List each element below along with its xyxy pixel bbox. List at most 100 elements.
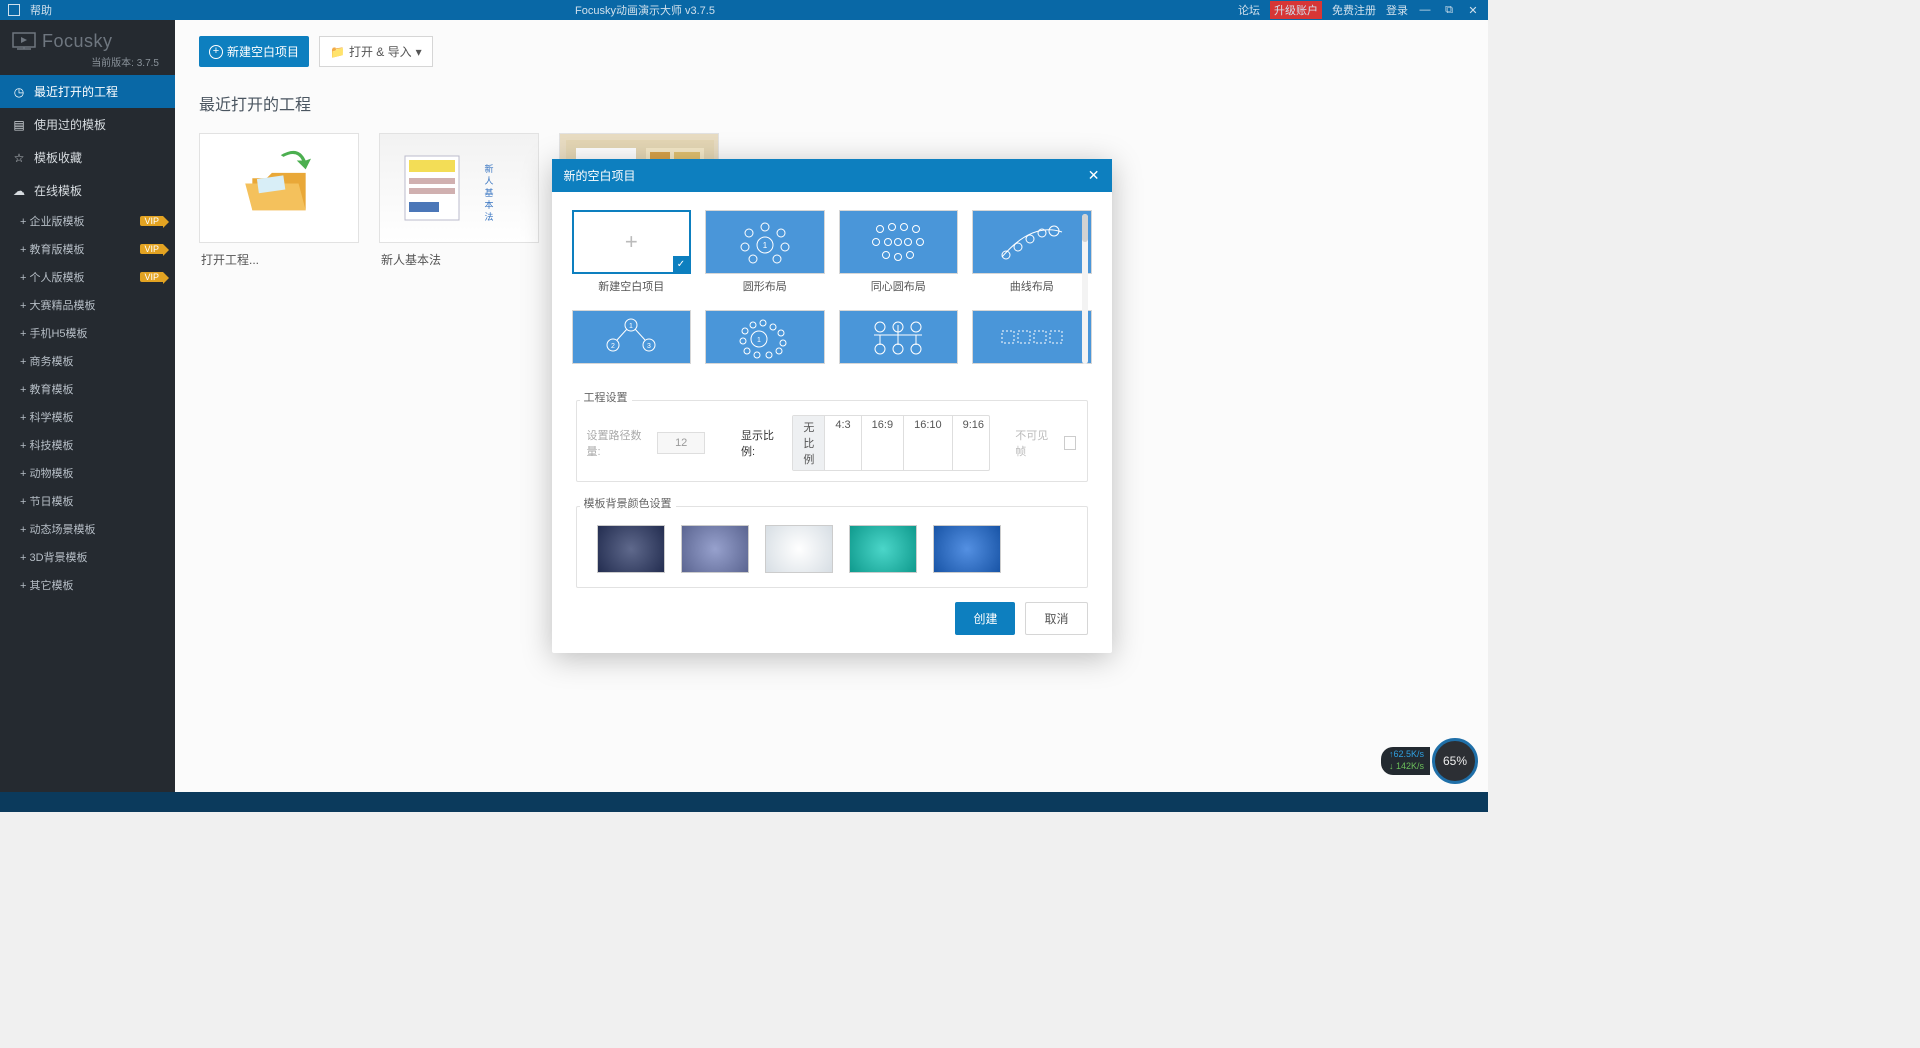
svg-text:1: 1 xyxy=(763,241,768,250)
sidebar-sub-item[interactable]: + 教育版模板VIP xyxy=(0,235,175,263)
modal-title: 新的空白项目 xyxy=(564,167,636,184)
folder-open-icon: 📁 xyxy=(330,45,345,59)
sidebar-sub-item[interactable]: + 动态场景模板 xyxy=(0,515,175,543)
svg-text:1: 1 xyxy=(757,337,761,344)
content-area: + 新建空白项目 📁 打开 & 导入 ▾ 最近打开的工程 xyxy=(175,20,1488,792)
layout-blank[interactable]: + ✓ 新建空白项目 xyxy=(572,210,692,294)
new-project-modal: 新的空白项目 ✕ + ✓ 新建空白项目 1 xyxy=(552,159,1112,653)
sidebar-item-label: + 教育模板 xyxy=(20,381,73,397)
sidebar-item-label: + 科技模板 xyxy=(20,437,73,453)
layout-tree[interactable]: 123 xyxy=(572,310,692,364)
sidebar-sub-item[interactable]: + 个人版模板VIP xyxy=(0,263,175,291)
project-thumb-icon: 新 人 基 本 法 xyxy=(399,148,519,228)
bg-swatch[interactable] xyxy=(849,525,917,573)
upgrade-account[interactable]: 升级账户 xyxy=(1270,1,1322,19)
sidebar-sub-item[interactable]: + 商务模板 xyxy=(0,347,175,375)
net-upload: ↑62.5K/s xyxy=(1389,749,1424,761)
star-icon: ☆ xyxy=(12,151,26,165)
invisible-frame-checkbox[interactable] xyxy=(1064,436,1077,450)
layout-concentric[interactable]: 同心圆布局 xyxy=(839,210,959,294)
layout-frames[interactable] xyxy=(972,310,1092,364)
register-link[interactable]: 免费注册 xyxy=(1332,2,1376,18)
bg-swatch[interactable] xyxy=(765,525,833,573)
sidebar-sub-item[interactable]: + 企业版模板 VIP xyxy=(0,207,175,235)
vip-badge: VIP xyxy=(140,216,163,226)
sidebar-sub-item[interactable]: + 节日模板 xyxy=(0,487,175,515)
sidebar-item-label: + 科学模板 xyxy=(20,409,73,425)
brand: Focusky 当前版本: 3.7.5 xyxy=(0,20,175,75)
sidebar-sub-item[interactable]: + 动物模板 xyxy=(0,459,175,487)
sidebar-item-label: + 教育版模板 xyxy=(20,241,84,257)
sidebar-item-used-templates[interactable]: ▤ 使用过的模板 xyxy=(0,108,175,141)
layout-circle[interactable]: 1 圆形布局 xyxy=(705,210,825,294)
ratio-option[interactable]: 9:16 xyxy=(953,416,990,470)
sidebar-sub-item[interactable]: + 科学模板 xyxy=(0,403,175,431)
sidebar-item-label: + 商务模板 xyxy=(20,353,73,369)
layout-org[interactable] xyxy=(839,310,959,364)
titlebar-title: Focusky动画演示大师 v3.7.5 xyxy=(52,2,1238,18)
button-label: 打开 & 导入 xyxy=(349,43,412,60)
svg-text:1: 1 xyxy=(629,323,633,330)
vip-badge: VIP xyxy=(140,272,163,282)
button-label: 新建空白项目 xyxy=(227,43,299,60)
version-label: 当前版本: 3.7.5 xyxy=(12,52,163,69)
ratio-option[interactable]: 4:3 xyxy=(825,416,861,470)
sidebar-item-online[interactable]: ☁ 在线模板 xyxy=(0,174,175,207)
sidebar-item-label: + 大赛精品模板 xyxy=(20,297,95,313)
plus-circle-icon: + xyxy=(209,45,223,59)
sidebar-sub-item[interactable]: + 科技模板 xyxy=(0,431,175,459)
brand-name: Focusky xyxy=(42,31,113,52)
open-import-button[interactable]: 📁 打开 & 导入 ▾ xyxy=(319,36,433,67)
layout-curve[interactable]: 曲线布局 xyxy=(972,210,1092,294)
cancel-button[interactable]: 取消 xyxy=(1025,602,1087,635)
layout-scrollbar[interactable] xyxy=(1082,214,1088,364)
maximize-button[interactable]: ⧉ xyxy=(1442,3,1456,17)
layout-label: 同心圆布局 xyxy=(839,274,959,294)
os-taskbar[interactable] xyxy=(0,792,1488,812)
svg-text:3: 3 xyxy=(647,343,651,350)
sidebar-item-favorites[interactable]: ☆ 模板收藏 xyxy=(0,141,175,174)
ratio-option[interactable]: 16:10 xyxy=(904,416,953,470)
help-menu[interactable]: 帮助 xyxy=(30,2,52,18)
project-card[interactable]: 新 人 基 本 法 新人基本法 xyxy=(379,133,539,268)
open-folder-icon xyxy=(234,148,324,228)
layout-label: 圆形布局 xyxy=(705,274,825,294)
layout-label: 曲线布局 xyxy=(972,274,1092,294)
new-blank-button[interactable]: + 新建空白项目 xyxy=(199,36,309,67)
templates-icon: ▤ xyxy=(12,118,26,132)
ratio-buttons: 无比例4:316:916:109:16 xyxy=(792,415,990,471)
minimize-button[interactable]: — xyxy=(1418,3,1432,17)
clock-icon: ◷ xyxy=(12,85,26,99)
layout-label: 新建空白项目 xyxy=(572,274,692,294)
create-button[interactable]: 创建 xyxy=(955,602,1015,635)
app-mini-icon xyxy=(8,4,20,16)
sidebar-item-label: + 节日模板 xyxy=(20,493,73,509)
sidebar-sub-item[interactable]: + 手机H5模板 xyxy=(0,319,175,347)
close-window-button[interactable]: ✕ xyxy=(1466,3,1480,17)
sidebar-sub-item[interactable]: + 大赛精品模板 xyxy=(0,291,175,319)
bg-swatch[interactable] xyxy=(681,525,749,573)
sidebar-sub-item[interactable]: + 其它模板 xyxy=(0,571,175,599)
ratio-option[interactable]: 无比例 xyxy=(793,416,825,470)
sidebar-item-label: + 企业版模板 xyxy=(20,213,84,229)
project-card-open[interactable]: 打开工程... xyxy=(199,133,359,268)
layout-spiral[interactable]: 1 xyxy=(705,310,825,364)
svg-text:新: 新 xyxy=(484,163,493,174)
sidebar-item-label: 模板收藏 xyxy=(34,149,82,166)
network-widget[interactable]: ↑62.5K/s ↓ 142K/s 65% xyxy=(1381,738,1478,784)
sidebar-item-label: + 动物模板 xyxy=(20,465,73,481)
login-link[interactable]: 登录 xyxy=(1386,2,1408,18)
sidebar-item-label: + 其它模板 xyxy=(20,577,73,593)
cloud-icon: ☁ xyxy=(12,184,26,198)
sidebar-sub-item[interactable]: + 3D背景模板 xyxy=(0,543,175,571)
ratio-option[interactable]: 16:9 xyxy=(862,416,904,470)
sidebar-sub-item[interactable]: + 教育模板 xyxy=(0,375,175,403)
forum-link[interactable]: 论坛 xyxy=(1238,2,1260,18)
plus-icon: + xyxy=(625,229,638,255)
modal-close-button[interactable]: ✕ xyxy=(1088,167,1100,184)
bg-swatch[interactable] xyxy=(933,525,1001,573)
path-count-label: 设置路径数量: xyxy=(587,427,648,459)
net-download: ↓ 142K/s xyxy=(1389,761,1424,773)
bg-swatch[interactable] xyxy=(597,525,665,573)
sidebar-item-recent[interactable]: ◷ 最近打开的工程 xyxy=(0,75,175,108)
